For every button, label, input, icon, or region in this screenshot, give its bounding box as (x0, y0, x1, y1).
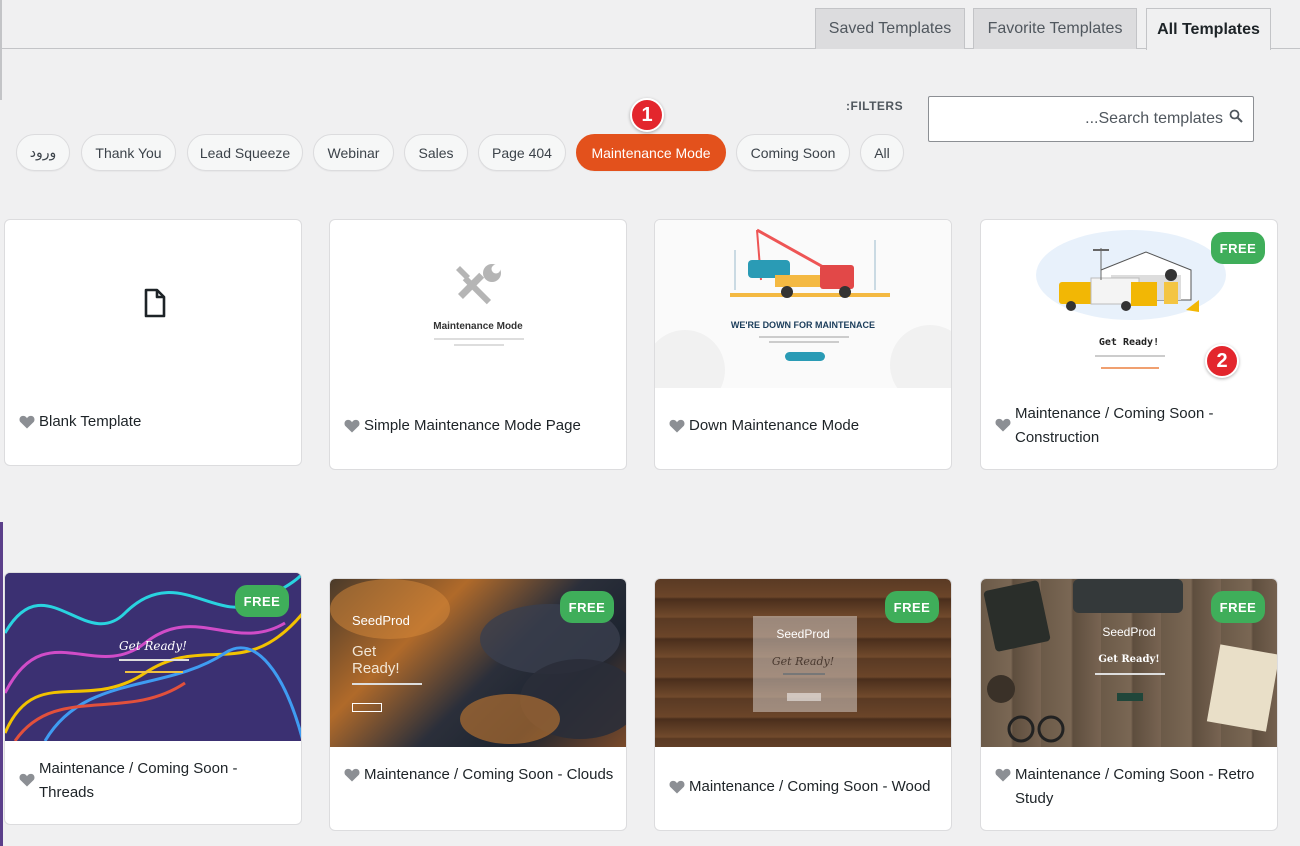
filter-pill-all[interactable]: All (860, 134, 904, 171)
free-badge: FREE (560, 591, 614, 623)
template-card-clouds[interactable]: SeedProd Get Ready! FREE Maintenance / C… (329, 578, 627, 831)
free-badge: FREE (235, 585, 289, 617)
card-title: Maintenance / Coming Soon - Threads (39, 760, 238, 801)
preview-text-line (759, 336, 849, 338)
preview-heading: Get Ready! (119, 639, 187, 653)
preview-text-line (434, 338, 524, 340)
template-preview (5, 220, 301, 395)
search-input[interactable] (937, 107, 1237, 131)
preview-heading: Get Ready! (771, 655, 835, 668)
preview-heading: Get Ready! (1098, 654, 1160, 665)
preview-button (787, 693, 821, 701)
template-tabs: Saved Templates Favorite Templates All T… (0, 0, 1300, 50)
card-title-row: Down Maintenance Mode (669, 414, 939, 438)
heart-icon[interactable] (19, 415, 35, 429)
tab-all-templates[interactable]: All Templates (1146, 8, 1271, 50)
card-title-row: Maintenance / Coming Soon - Clouds (344, 763, 614, 787)
tab-favorite-templates[interactable]: Favorite Templates (973, 8, 1137, 49)
template-card-threads[interactable]: Get Ready! FREE Maintenance / Coming Soo… (4, 572, 302, 825)
filters-label: :FILTERS (846, 99, 904, 113)
card-title: Maintenance / Coming Soon - Construction (1015, 405, 1214, 446)
template-card-wood[interactable]: SeedProd Get Ready! FREE Maintenance / C… (654, 578, 952, 831)
heart-icon[interactable] (995, 768, 1011, 782)
card-title: Simple Maintenance Mode Page (364, 417, 581, 434)
preview-text-line (1095, 355, 1165, 357)
annotation-marker-1: 1 (630, 98, 664, 132)
template-card-construction[interactable]: Get Ready! FREE 2 Maintenance / Coming S… (980, 219, 1278, 470)
search-icon[interactable] (1229, 109, 1243, 123)
preview-brand: SeedProd (352, 613, 410, 628)
preview-text-line (1095, 673, 1165, 675)
preview-text-line (125, 671, 183, 673)
template-card-simple-maintenance[interactable]: Maintenance Mode Simple Maintenance Mode… (329, 219, 627, 470)
annotation-marker-2: 2 (1205, 344, 1239, 378)
preview-heading: Get Ready! (1098, 337, 1160, 348)
card-title-row: Blank Template (19, 410, 289, 434)
template-card-down-maintenance[interactable]: WE'RE DOWN FOR MAINTENACE Down Maintenan… (654, 219, 952, 470)
preview-button (352, 703, 382, 712)
search-box[interactable] (928, 96, 1254, 142)
preview-heading: WE'RE DOWN FOR MAINTENACE (730, 320, 876, 330)
card-title-row: Maintenance / Coming Soon - Retro Study (995, 763, 1265, 811)
preview-text-line (119, 659, 189, 661)
preview-text-line (352, 683, 422, 685)
heart-icon[interactable] (669, 780, 685, 794)
tools-icon (456, 264, 501, 305)
filter-pill-maintenance-mode[interactable]: Maintenance Mode (576, 134, 726, 171)
heart-icon[interactable] (19, 773, 35, 787)
preview-brand: SeedProd (776, 627, 830, 641)
free-badge: FREE (1211, 591, 1265, 623)
card-title-row: Maintenance / Coming Soon - Wood (669, 775, 939, 799)
card-title-row: Maintenance / Coming Soon - Threads (19, 757, 289, 805)
filter-pill-sales[interactable]: Sales (404, 134, 468, 171)
tow-truck-illustration (655, 228, 951, 388)
preview-button (1117, 693, 1143, 701)
filter-pill-lead-squeeze[interactable]: Lead Squeeze (187, 134, 303, 171)
filter-pill-thank-you[interactable]: Thank You (81, 134, 176, 171)
filter-pill-page-404[interactable]: Page 404 (478, 134, 566, 171)
template-card-blank[interactable]: Blank Template (4, 219, 302, 466)
filter-pill-login[interactable]: ورود (16, 134, 70, 171)
card-title: Down Maintenance Mode (689, 417, 860, 434)
template-preview: Maintenance Mode (330, 220, 626, 400)
filter-pill-coming-soon[interactable]: Coming Soon (736, 134, 850, 171)
tab-saved-templates[interactable]: Saved Templates (815, 8, 965, 49)
template-preview: WE'RE DOWN FOR MAINTENACE (655, 220, 951, 388)
card-title: Maintenance / Coming Soon - Retro Study (1015, 766, 1255, 807)
card-title: Maintenance / Coming Soon - Wood (689, 778, 931, 795)
card-title-row: Maintenance / Coming Soon - Construction (995, 402, 1265, 450)
preview-button (785, 352, 825, 361)
heart-icon[interactable] (344, 419, 360, 433)
card-title-row: Simple Maintenance Mode Page (344, 414, 614, 438)
heart-icon[interactable] (995, 418, 1011, 432)
edge-sidebar-strip (0, 522, 3, 846)
free-badge: FREE (1211, 232, 1265, 264)
filter-pill-webinar[interactable]: Webinar (313, 134, 394, 171)
preview-brand: SeedProd (1102, 625, 1156, 639)
preview-text-line (1101, 367, 1159, 369)
card-title: Maintenance / Coming Soon - Clouds (364, 766, 614, 783)
free-badge: FREE (885, 591, 939, 623)
preview-text-line (454, 344, 504, 346)
preview-heading: Maintenance Mode (433, 321, 523, 332)
heart-icon[interactable] (344, 768, 360, 782)
card-title: Blank Template (39, 413, 142, 430)
preview-heading: Get Ready! (352, 643, 400, 677)
document-icon (144, 288, 166, 318)
preview-text-line (783, 673, 825, 675)
heart-icon[interactable] (669, 419, 685, 433)
preview-text-line (769, 341, 839, 343)
template-card-retro-study[interactable]: SeedProd Get Ready! FREE Maintenance / C… (980, 578, 1278, 831)
